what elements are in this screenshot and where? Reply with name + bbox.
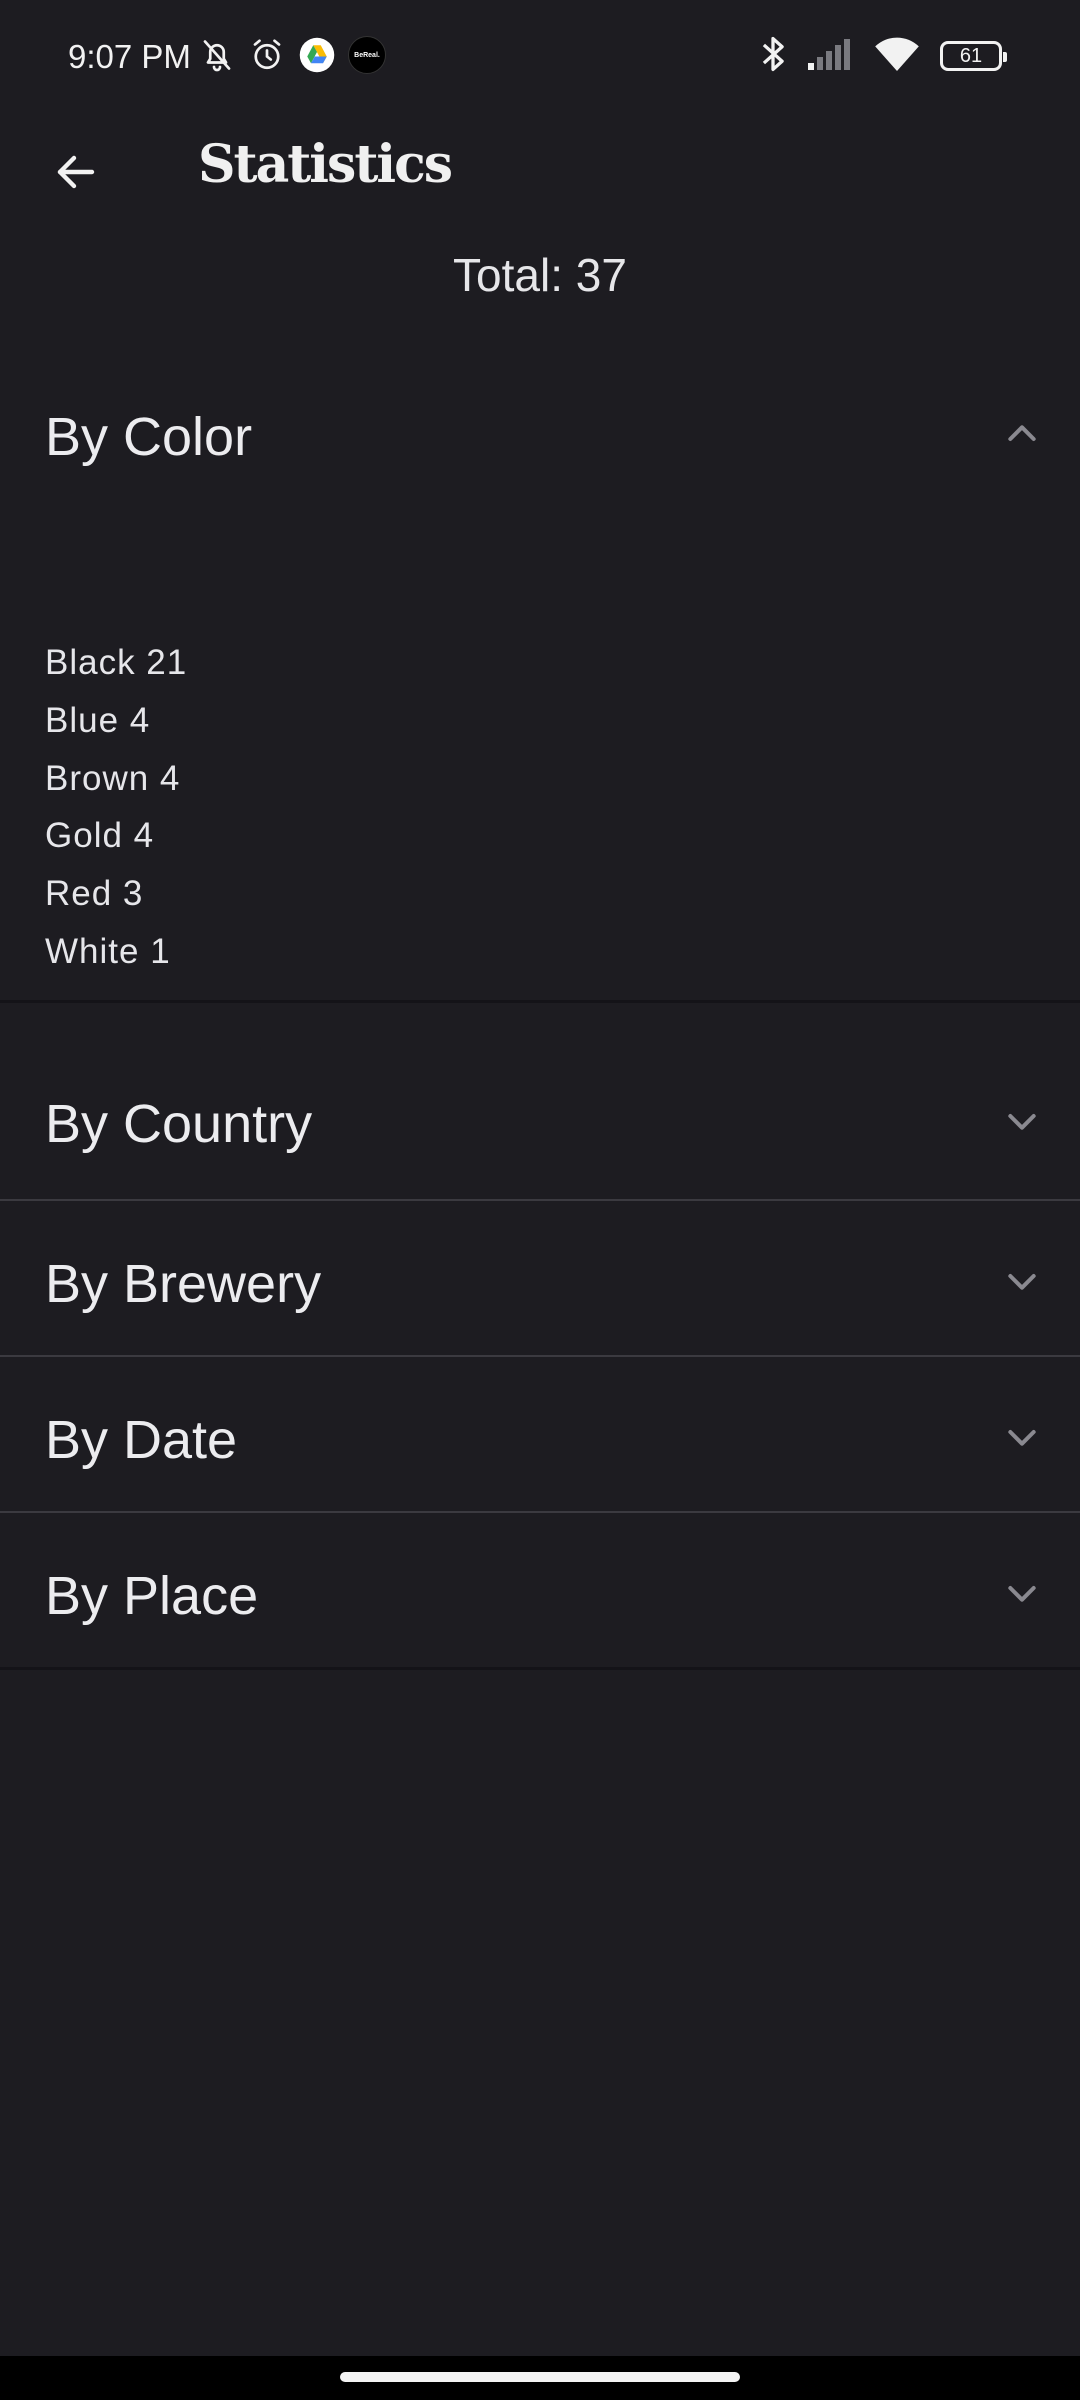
- notification-icons: BeReal.: [198, 36, 386, 74]
- divider: [0, 1667, 1080, 1670]
- status-time: 9:07 PM: [68, 38, 191, 75]
- home-gesture-handle[interactable]: [340, 2372, 740, 2382]
- panel-by-date: By Date: [0, 1357, 1080, 1511]
- list-item: White 1: [45, 931, 171, 971]
- color-stats-list: Black 21 Blue 4 Brown 4 Gold 4 Red 3 Whi…: [45, 634, 187, 981]
- panel-by-brewery: By Brewery: [0, 1201, 1080, 1355]
- bluetooth-icon: [760, 34, 786, 78]
- panel-header-by-color[interactable]: By Color: [0, 362, 1080, 506]
- bell-muted-icon: [198, 36, 236, 74]
- signal-icon: [806, 37, 854, 75]
- panel-by-color: By Color Black 21 Blue 4 Brown 4 Gold 4 …: [0, 362, 1080, 1000]
- bereal-icon: BeReal.: [348, 36, 386, 74]
- chevron-down-icon[interactable]: [1000, 1415, 1044, 1459]
- back-button[interactable]: [44, 142, 108, 206]
- alarm-icon: [248, 36, 286, 74]
- panel-header-by-country[interactable]: By Country: [0, 1003, 1080, 1199]
- list-item: Blue 4: [45, 700, 151, 740]
- panel-by-place: By Place: [0, 1513, 1080, 1667]
- total-count: Total: 37: [453, 249, 627, 301]
- panel-title: By Country: [45, 1094, 313, 1154]
- list-item: Brown 4: [45, 758, 181, 798]
- navigation-bar: [0, 2356, 1080, 2400]
- chevron-down-icon[interactable]: [1000, 1571, 1044, 1615]
- panel-title: By Place: [45, 1566, 259, 1626]
- status-bar: 9:07 PM BeReal. 61: [0, 0, 1080, 118]
- app-bar: Statistics: [0, 118, 1080, 218]
- bereal-label: BeReal.: [348, 36, 386, 74]
- panel-title: By Date: [45, 1410, 238, 1470]
- list-item: Red 3: [45, 874, 144, 914]
- drive-icon: [298, 36, 336, 74]
- panel-header-by-date[interactable]: By Date: [0, 1357, 1080, 1511]
- list-item: Black 21: [45, 643, 188, 682]
- wifi-icon: [874, 36, 920, 76]
- arrow-left-icon: [52, 148, 100, 200]
- panel-header-by-place[interactable]: By Place: [0, 1513, 1080, 1667]
- statistics-accordion: By Color Black 21 Blue 4 Brown 4 Gold 4 …: [0, 362, 1080, 1670]
- battery-icon: 61: [940, 41, 1007, 71]
- panel-title: By Brewery: [45, 1254, 322, 1314]
- panel-title: By Color: [45, 407, 253, 467]
- chevron-up-icon[interactable]: [1000, 412, 1044, 456]
- page-title: Statistics: [198, 134, 453, 195]
- chevron-down-icon[interactable]: [1000, 1259, 1044, 1303]
- chevron-down-icon[interactable]: [1000, 1099, 1044, 1143]
- panel-header-by-brewery[interactable]: By Brewery: [0, 1201, 1080, 1355]
- list-item: Gold 4: [45, 816, 155, 856]
- battery-level: 61: [959, 44, 983, 67]
- system-icons: 61: [760, 34, 1007, 78]
- panel-by-country: By Country: [0, 1003, 1080, 1199]
